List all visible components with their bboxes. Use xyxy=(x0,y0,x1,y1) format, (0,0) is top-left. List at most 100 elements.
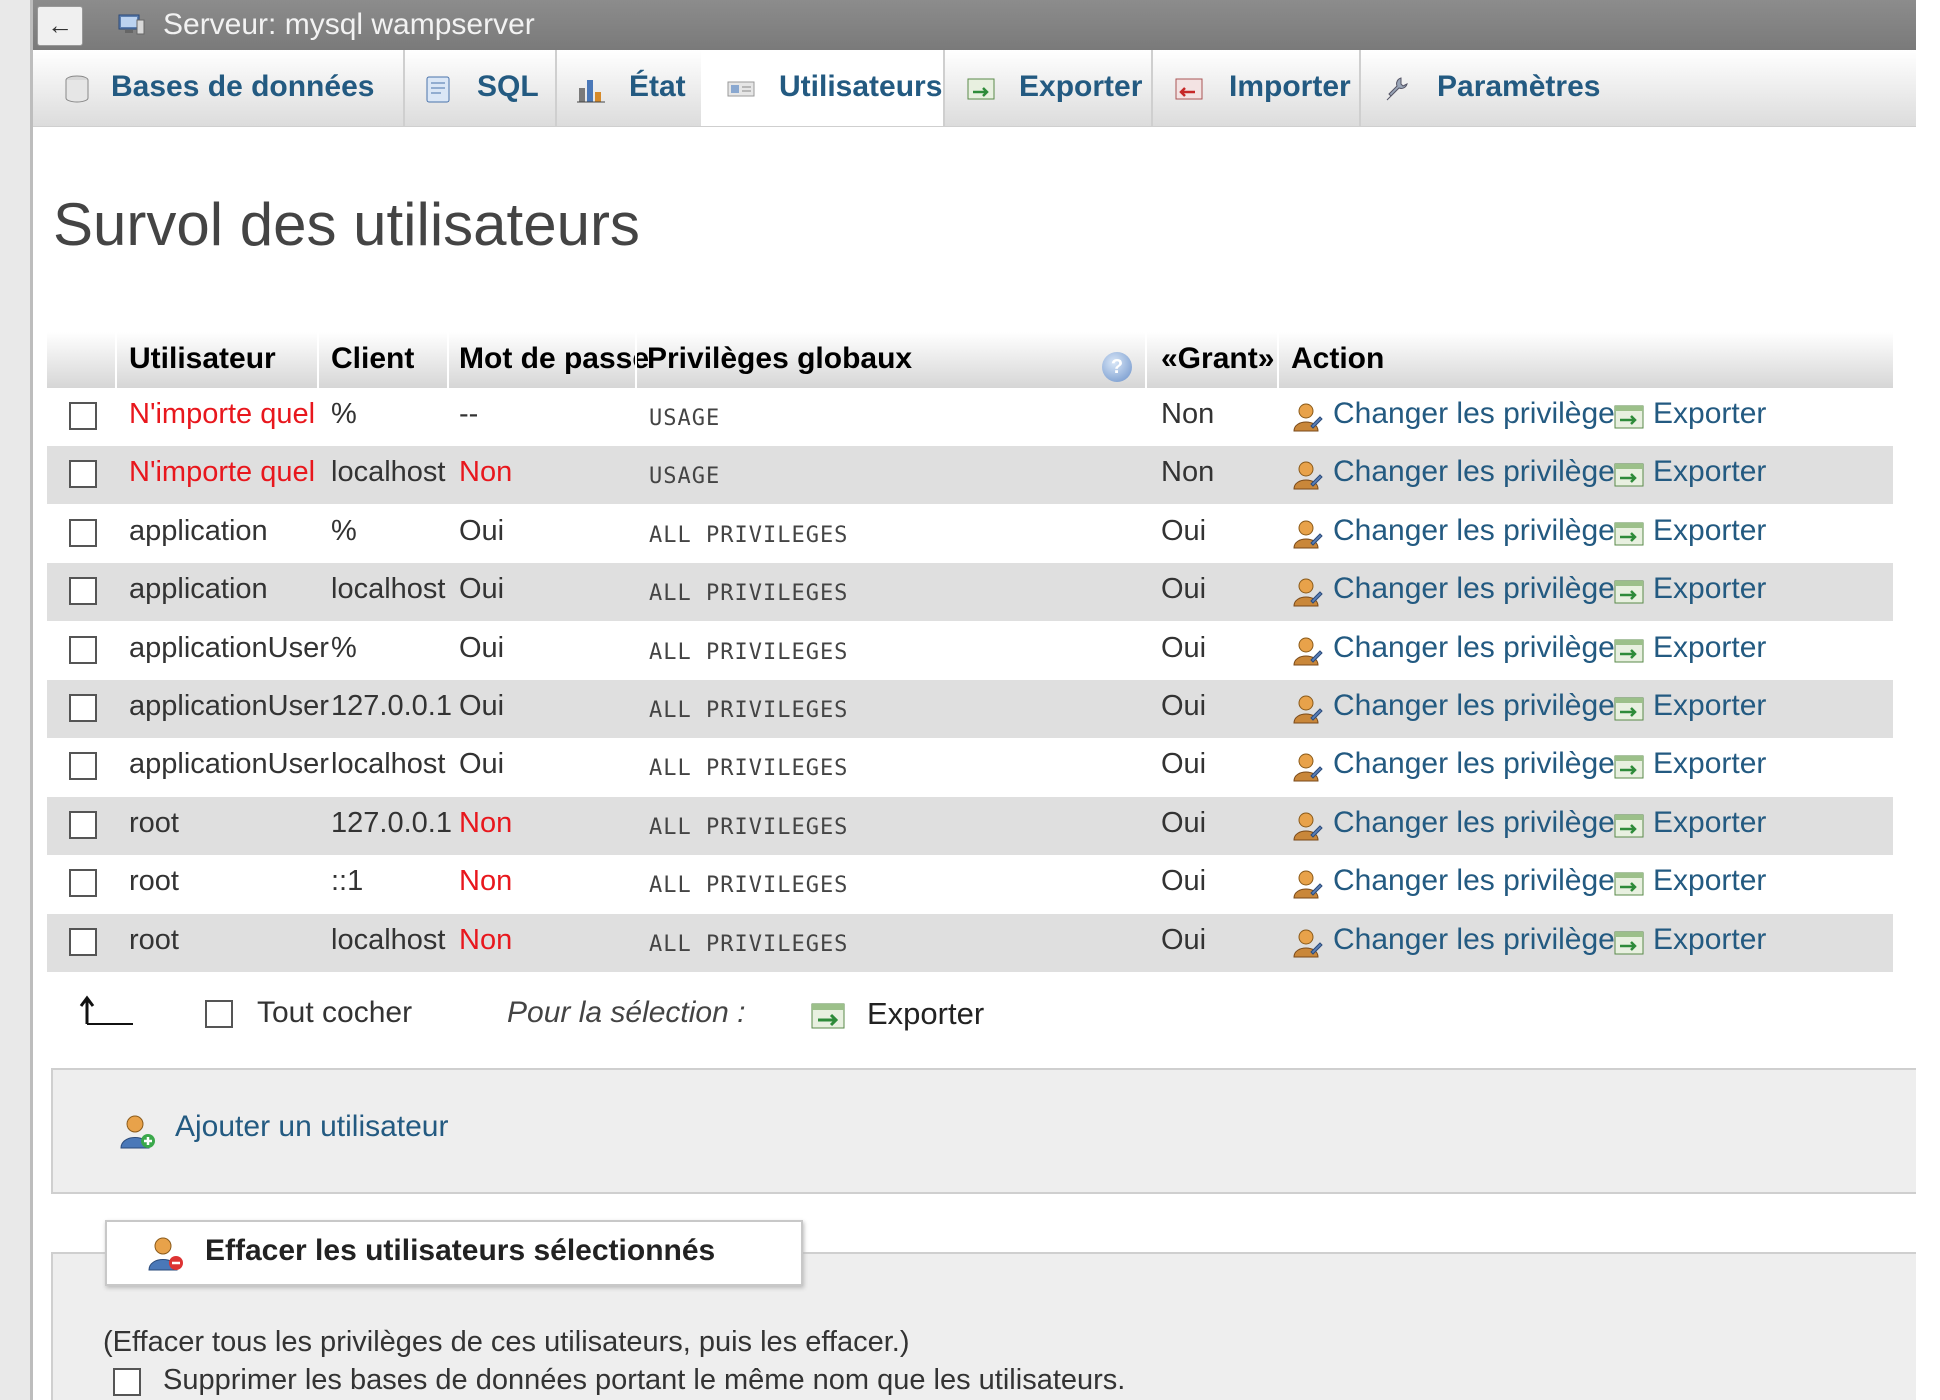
change-privileges-link[interactable]: Changer les privilèges xyxy=(1333,689,1630,723)
top-tab-bar: Bases de données SQL État Utilisateurs E… xyxy=(33,50,1916,127)
header-separator xyxy=(1145,332,1147,388)
tab-import[interactable]: Importer xyxy=(1151,50,1361,126)
table-row: application% Oui ALL PRIVILEGES Oui Changer … xyxy=(47,504,1893,563)
change-privileges-link[interactable]: Changer les privilèges xyxy=(1333,397,1630,431)
edit-privileges-icon xyxy=(1293,403,1323,432)
tab-label: État xyxy=(629,70,686,103)
table-row: root 127.0.0.1 Non ALL PRIVILEGES Oui Changer… xyxy=(47,796,1893,855)
change-privileges-link[interactable]: Changer les privilèges xyxy=(1333,514,1630,548)
row-checkbox[interactable] xyxy=(69,752,97,781)
users-table-header: Utilisateur Client Mot de passe Privilèg… xyxy=(47,332,1893,388)
privileges-cell: ALL PRIVILEGES xyxy=(649,931,849,957)
privileges-cell: ALL PRIVILEGES xyxy=(649,581,849,607)
grant-cell: Oui xyxy=(1161,690,1207,722)
change-privileges-link[interactable]: Changer les privilèges xyxy=(1333,455,1630,489)
edit-privileges-icon xyxy=(1293,520,1323,549)
user-cell: application xyxy=(129,573,268,606)
tab-export[interactable]: Exporter xyxy=(943,50,1153,126)
export-user-link[interactable]: Exporter xyxy=(1653,806,1766,840)
grant-cell: Oui xyxy=(1161,514,1207,547)
password-cell: Non xyxy=(459,865,513,898)
privileges-cell: ALL PRIVILEGES xyxy=(649,698,849,723)
drop-databases-checkbox[interactable] xyxy=(113,1368,141,1396)
export-user-link[interactable]: Exporter xyxy=(1653,747,1766,781)
table-row: root::1 Non ALL PRIVILEGES Oui Changer les p… xyxy=(47,855,1893,914)
add-user-link[interactable]: Ajouter un utilisateur xyxy=(175,1110,449,1144)
check-all-checkbox[interactable] xyxy=(205,1000,233,1028)
delete-user-icon xyxy=(148,1237,183,1271)
selection-bar: Tout cocher Pour la sélection : Exporter xyxy=(47,988,1247,1048)
privileges-cell: ALL PRIVILEGES xyxy=(649,522,849,548)
host-cell: localhost xyxy=(331,573,446,606)
row-checkbox[interactable] xyxy=(69,402,97,430)
export-icon xyxy=(811,1003,845,1029)
table-row: applicationUser localhost Oui ALL PRIVILEGE… xyxy=(47,738,1893,797)
tab-users[interactable]: Utilisateurs xyxy=(701,50,945,126)
change-privileges-link[interactable]: Changer les privilèges xyxy=(1333,631,1630,665)
row-checkbox[interactable] xyxy=(69,869,97,898)
change-privileges-link[interactable]: Changer les privilèges xyxy=(1333,923,1630,957)
tab-databases[interactable]: Bases de données xyxy=(33,50,405,126)
row-checkbox[interactable] xyxy=(69,518,97,547)
row-checkbox[interactable] xyxy=(69,577,97,606)
status-chart-icon xyxy=(577,80,605,103)
host-cell: localhost xyxy=(331,456,446,489)
privileges-cell: USAGE xyxy=(649,464,721,490)
export-user-link[interactable]: Exporter xyxy=(1653,572,1766,606)
tab-settings[interactable]: Paramètres xyxy=(1359,50,1916,126)
user-cell: applicationUser xyxy=(129,690,329,722)
left-panel-edge xyxy=(0,0,33,1400)
grant-cell: Non xyxy=(1161,398,1215,430)
grant-cell: Oui xyxy=(1161,865,1207,898)
export-user-link[interactable]: Exporter xyxy=(1653,631,1766,665)
tab-label: Importer xyxy=(1229,70,1351,103)
edit-privileges-icon xyxy=(1293,578,1323,607)
export-user-link[interactable]: Exporter xyxy=(1653,864,1766,898)
export-icon xyxy=(1614,697,1644,721)
grant-cell: Oui xyxy=(1161,923,1207,956)
grant-cell: Non xyxy=(1161,456,1215,489)
row-checkbox[interactable] xyxy=(69,460,97,489)
server-title[interactable]: Serveur: mysql wampserver xyxy=(163,8,535,42)
server-breadcrumb-bar: ← Serveur: mysql wampserver xyxy=(33,0,1916,50)
user-cell: root xyxy=(129,806,179,839)
drop-databases-label[interactable]: Supprimer les bases de données portant l… xyxy=(163,1364,1125,1397)
export-icon xyxy=(1614,931,1644,955)
user-cell: N'importe quel xyxy=(129,398,316,430)
export-selected-button[interactable]: Exporter xyxy=(867,996,984,1032)
password-cell: Oui xyxy=(459,748,505,781)
password-cell: Non xyxy=(459,806,513,839)
export-user-link[interactable]: Exporter xyxy=(1653,514,1766,548)
export-icon xyxy=(1614,639,1644,663)
help-icon[interactable]: ? xyxy=(1102,352,1132,382)
password-cell: Oui xyxy=(459,573,505,606)
header-separator xyxy=(447,332,449,388)
change-privileges-link[interactable]: Changer les privilèges xyxy=(1333,572,1630,606)
main-frame: ← Serveur: mysql wampserver Bases de don… xyxy=(33,0,1916,1400)
export-user-link[interactable]: Exporter xyxy=(1653,455,1766,489)
tab-label: Utilisateurs xyxy=(779,70,943,103)
header-global-privileges: Privilèges globaux xyxy=(647,342,913,375)
check-all-label[interactable]: Tout cocher xyxy=(257,996,412,1030)
grant-cell: Oui xyxy=(1161,806,1207,839)
change-privileges-link[interactable]: Changer les privilèges xyxy=(1333,864,1630,898)
grant-cell: Oui xyxy=(1161,748,1207,781)
host-cell: localhost xyxy=(331,748,446,781)
row-checkbox[interactable] xyxy=(69,694,97,722)
export-user-link[interactable]: Exporter xyxy=(1653,397,1766,431)
row-checkbox[interactable] xyxy=(69,810,97,839)
host-cell: localhost xyxy=(331,923,446,956)
privileges-cell: ALL PRIVILEGES xyxy=(649,756,849,782)
export-user-link[interactable]: Exporter xyxy=(1653,689,1766,723)
back-arrow-button[interactable]: ← xyxy=(37,6,83,46)
sql-icon xyxy=(426,76,450,103)
host-cell: % xyxy=(331,398,357,430)
tab-sql[interactable]: SQL xyxy=(403,50,557,126)
row-checkbox[interactable] xyxy=(69,635,97,664)
export-icon xyxy=(967,78,995,100)
row-checkbox[interactable] xyxy=(69,927,97,956)
tab-status[interactable]: État xyxy=(555,50,703,126)
change-privileges-link[interactable]: Changer les privilèges xyxy=(1333,806,1630,840)
export-user-link[interactable]: Exporter xyxy=(1653,923,1766,957)
change-privileges-link[interactable]: Changer les privilèges xyxy=(1333,747,1630,781)
